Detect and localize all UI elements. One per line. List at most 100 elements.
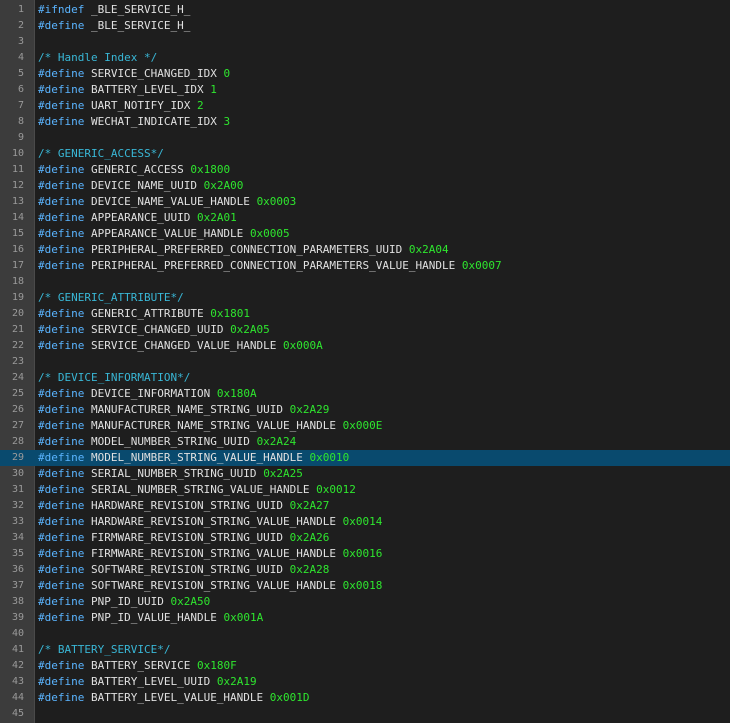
code-line[interactable]: 32 #define HARDWARE_REVISION_STRING_UUID … [0,498,730,514]
code-line[interactable]: 4 /* Handle Index */ [0,50,730,66]
code-line[interactable]: 38 #define PNP_ID_UUID 0x2A50 [0,594,730,610]
line-number: 7 [17,100,24,111]
line-number: 19 [11,292,24,303]
code-line[interactable]: 28 #define MODEL_NUMBER_STRING_UUID 0x2A2… [0,434,730,450]
code-line[interactable]: 9 [0,130,730,146]
preprocessor-keyword: #define [38,483,85,496]
code-text: #define HARDWARE_REVISION_STRING_UUID 0x… [38,498,329,514]
macro-value: 0x000A [283,339,323,352]
code-lines[interactable]: 1 #ifndef _BLE_SERVICE_H_ 2 #define _BLE_SE… [0,2,730,722]
preprocessor-keyword: #define [38,339,85,352]
macro-name: BATTERY_LEVEL_IDX [90,83,204,96]
code-line[interactable]: 31 #define SERIAL_NUMBER_STRING_VALUE_HAN… [0,482,730,498]
code-line[interactable]: 45 [0,706,730,722]
code-line[interactable]: 21 #define SERVICE_CHANGED_UUID 0x2A05 [0,322,730,338]
macro-value: 0x2A29 [289,403,330,416]
code-line[interactable]: 10 /* GENERIC_ACCESS*/ [0,146,730,162]
code-line[interactable]: 37 #define SOFTWARE_REVISION_STRING_VALUE… [0,578,730,594]
code-line[interactable]: 34 #define FIRMWARE_REVISION_STRING_UUID … [0,530,730,546]
preprocessor-keyword: #define [38,435,85,448]
code-line[interactable]: 41 /* BATTERY_SERVICE*/ [0,642,730,658]
code-line[interactable]: 43 #define BATTERY_LEVEL_UUID 0x2A19 [0,674,730,690]
code-line[interactable]: 24 /* DEVICE_INFORMATION*/ [0,370,730,386]
code-line[interactable]: 12 #define DEVICE_NAME_UUID 0x2A00 [0,178,730,194]
line-number: 26 [11,404,24,415]
code-line[interactable]: 8 #define WECHAT_INDICATE_IDX 3 [0,114,730,130]
macro-name: SOFTWARE_REVISION_STRING_UUID [90,563,284,576]
code-text: #define BATTERY_LEVEL_UUID 0x2A19 [38,674,257,690]
preprocessor-keyword: #define [38,83,85,96]
code-text: #define UART_NOTIFY_IDX 2 [38,98,204,114]
code-text: /* Handle Index */ [38,50,157,66]
preprocessor-keyword: #ifndef [38,3,85,16]
code-line[interactable]: 42 #define BATTERY_SERVICE 0x180F [0,658,730,674]
code-text: #define PNP_ID_VALUE_HANDLE 0x001A [38,610,263,626]
code-line[interactable]: 36 #define SOFTWARE_REVISION_STRING_UUID … [0,562,730,578]
code-line[interactable]: 14 #define APPEARANCE_UUID 0x2A01 [0,210,730,226]
line-number: 11 [11,164,24,175]
code-text: /* GENERIC_ACCESS*/ [38,146,164,162]
preprocessor-keyword: #define [38,67,85,80]
code-text: #define SERVICE_CHANGED_UUID 0x2A05 [38,322,270,338]
code-line[interactable]: 26 #define MANUFACTURER_NAME_STRING_UUID … [0,402,730,418]
code-line[interactable]: 15 #define APPEARANCE_VALUE_HANDLE 0x0005 [0,226,730,242]
code-line[interactable]: 6 #define BATTERY_LEVEL_IDX 1 [0,82,730,98]
code-line[interactable]: 25 #define DEVICE_INFORMATION 0x180A [0,386,730,402]
line-number: 36 [11,564,24,575]
code-line[interactable]: 30 #define SERIAL_NUMBER_STRING_UUID 0x2A… [0,466,730,482]
macro-value: 0x0012 [316,483,356,496]
code-line[interactable]: 11 #define GENERIC_ACCESS 0x1800 [0,162,730,178]
code-line[interactable]: 39 #define PNP_ID_VALUE_HANDLE 0x001A [0,610,730,626]
preprocessor-keyword: #define [38,515,85,528]
line-number: 12 [11,180,24,191]
line-number: 10 [11,148,24,159]
code-text: #define HARDWARE_REVISION_STRING_VALUE_H… [38,514,382,530]
code-line[interactable]: 27 #define MANUFACTURER_NAME_STRING_VALUE… [0,418,730,434]
current-code-line[interactable]: 29 #define MODEL_NUMBER_STRING_VALUE_HAND… [0,450,730,466]
code-line[interactable]: 17 #define PERIPHERAL_PREFERRED_CONNECTIO… [0,258,730,274]
macro-value: 0x2A28 [289,563,330,576]
macro-name: APPEARANCE_VALUE_HANDLE [90,227,244,240]
code-line[interactable]: 22 #define SERVICE_CHANGED_VALUE_HANDLE 0… [0,338,730,354]
preprocessor-keyword: #define [38,547,85,560]
code-text: #define DEVICE_NAME_UUID 0x2A00 [38,178,243,194]
line-number: 15 [11,228,24,239]
code-line[interactable]: 19 /* GENERIC_ATTRIBUTE*/ [0,290,730,306]
macro-value: 2 [196,99,204,112]
macro-name: SOFTWARE_REVISION_STRING_VALUE_HANDLE [90,579,337,592]
code-line[interactable]: 5 #define SERVICE_CHANGED_IDX 0 [0,66,730,82]
preprocessor-keyword: #define [38,259,85,272]
line-number: 3 [17,36,24,47]
code-text: #define PERIPHERAL_PREFERRED_CONNECTION_… [38,242,449,258]
code-line[interactable]: 2 #define _BLE_SERVICE_H_ [0,18,730,34]
code-text: /* GENERIC_ATTRIBUTE*/ [38,290,184,306]
code-line[interactable]: 7 #define UART_NOTIFY_IDX 2 [0,98,730,114]
preprocessor-keyword: #define [38,115,85,128]
code-line[interactable]: 40 [0,626,730,642]
code-line[interactable]: 33 #define HARDWARE_REVISION_STRING_VALUE… [0,514,730,530]
code-text: #define SERVICE_CHANGED_VALUE_HANDLE 0x0… [38,338,323,354]
code-line[interactable]: 1 #ifndef _BLE_SERVICE_H_ [0,2,730,18]
code-line[interactable]: 13 #define DEVICE_NAME_VALUE_HANDLE 0x000… [0,194,730,210]
macro-name: GENERIC_ACCESS [90,163,184,176]
line-number: 22 [11,340,24,351]
macro-value: 0x001D [269,691,310,704]
code-text: #define SERIAL_NUMBER_STRING_UUID 0x2A25 [38,466,303,482]
code-line[interactable]: 3 [0,34,730,50]
code-line[interactable]: 18 [0,274,730,290]
code-text: #define SERIAL_NUMBER_STRING_VALUE_HANDL… [38,482,356,498]
code-text: #define _BLE_SERVICE_H_ [38,18,190,34]
line-number: 44 [11,692,24,703]
code-line[interactable]: 23 [0,354,730,370]
code-line[interactable]: 16 #define PERIPHERAL_PREFERRED_CONNECTIO… [0,242,730,258]
code-line[interactable]: 44 #define BATTERY_LEVEL_VALUE_HANDLE 0x0… [0,690,730,706]
code-line[interactable]: 35 #define FIRMWARE_REVISION_STRING_VALUE… [0,546,730,562]
code-editor[interactable]: 1 #ifndef _BLE_SERVICE_H_ 2 #define _BLE_SE… [0,0,730,723]
code-text: /* DEVICE_INFORMATION*/ [38,370,190,386]
line-number: 37 [11,580,24,591]
line-number: 31 [11,484,24,495]
macro-name: BATTERY_LEVEL_UUID [90,675,211,688]
code-line[interactable]: 20 #define GENERIC_ATTRIBUTE 0x1801 [0,306,730,322]
line-number: 13 [11,196,24,207]
line-number: 18 [11,276,24,287]
